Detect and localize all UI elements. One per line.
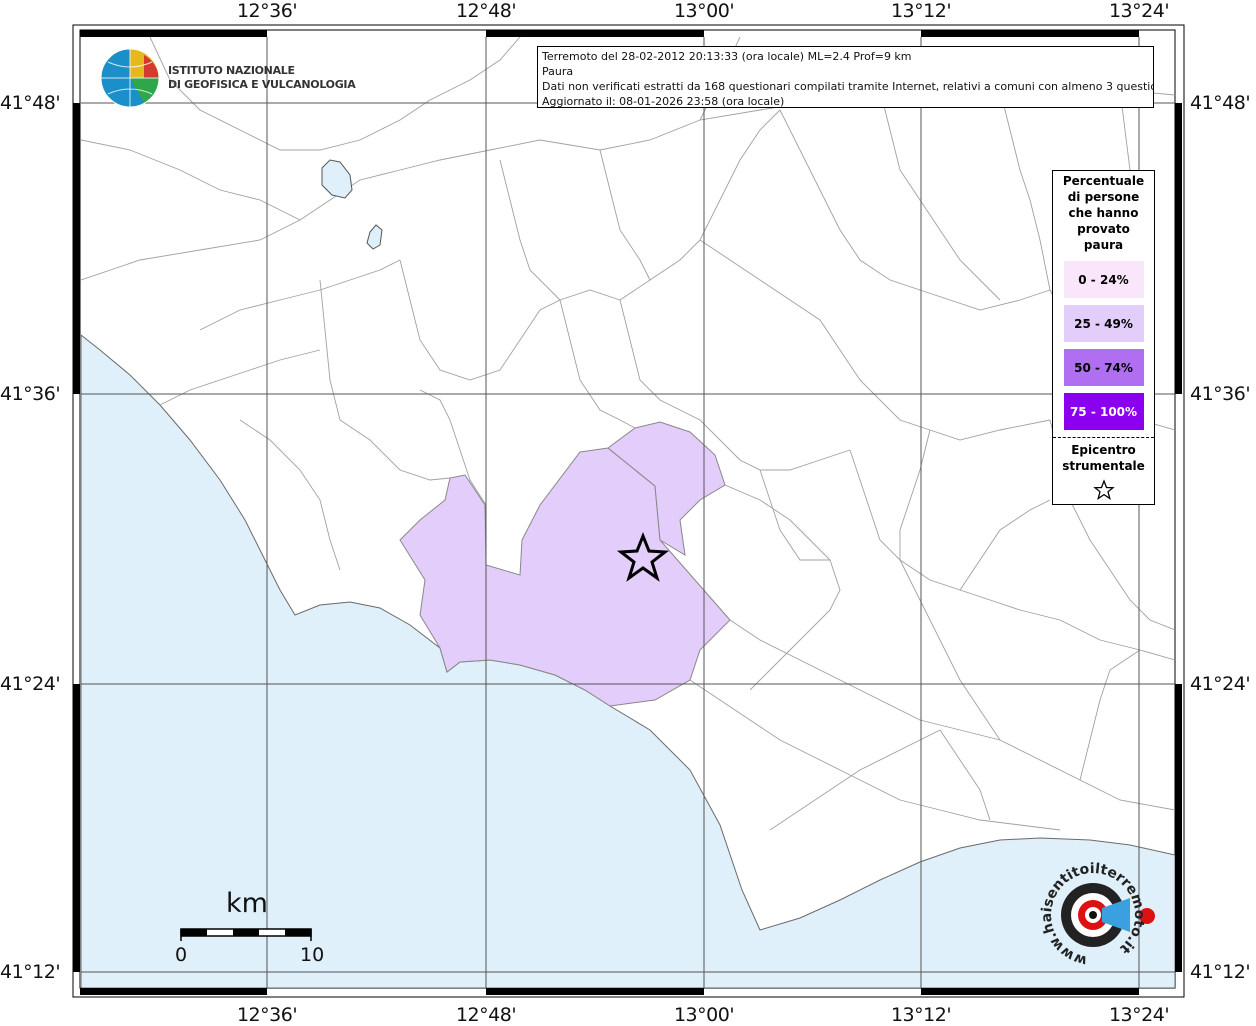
lat-tick-left: 41°24' bbox=[0, 673, 61, 695]
legend-title: Percentuale di persone che hanno provato… bbox=[1062, 174, 1145, 252]
lat-tick-left: 41°48' bbox=[0, 92, 61, 114]
svg-text:www.haisentitoilterremoto.it: www.haisentitoilterremoto.it bbox=[1039, 861, 1147, 969]
lon-tick-bottom: 13°24' bbox=[1108, 1004, 1170, 1026]
lat-tick-left: 41°12' bbox=[0, 961, 61, 983]
legend-class-swatch: 0 - 24% bbox=[1063, 261, 1144, 298]
lon-tick-top: 13°24' bbox=[1108, 0, 1170, 22]
lon-tick-top: 12°36' bbox=[236, 0, 298, 22]
scale-unit-label: km bbox=[226, 888, 268, 919]
lon-tick-bottom: 13°12' bbox=[890, 1004, 952, 1026]
scale-start-label: 0 bbox=[175, 944, 188, 966]
ingv-logo-line1: ISTITUTO NAZIONALE bbox=[168, 64, 295, 77]
legend-class-swatch: 25 - 49% bbox=[1063, 305, 1144, 342]
lon-tick-bottom: 13°00' bbox=[673, 1004, 735, 1026]
lat-tick-right: 41°48' bbox=[1190, 92, 1251, 114]
lon-tick-top: 13°12' bbox=[890, 0, 952, 22]
legend-class-swatch: 75 - 100% bbox=[1063, 393, 1144, 430]
event-info-box: Terremoto del 28-02-2012 20:13:33 (ora l… bbox=[537, 46, 1154, 108]
lon-tick-top: 12°48' bbox=[455, 0, 517, 22]
event-info-line: Terremoto del 28-02-2012 20:13:33 (ora l… bbox=[542, 50, 912, 63]
lon-tick-bottom: 12°36' bbox=[236, 1004, 298, 1026]
lon-tick-bottom: 12°48' bbox=[455, 1004, 517, 1026]
legend-class-swatch: 50 - 74% bbox=[1063, 349, 1144, 386]
legend-divider bbox=[1053, 437, 1154, 438]
lat-tick-left: 41°36' bbox=[0, 383, 61, 405]
legend: Percentuale di persone che hanno provato… bbox=[1052, 170, 1155, 505]
ingv-logo: ISTITUTO NAZIONALE DI GEOFISICA E VULCAN… bbox=[100, 47, 356, 111]
lat-tick-right: 41°24' bbox=[1190, 673, 1251, 695]
epicenter-star-icon bbox=[1092, 479, 1115, 501]
lon-tick-top: 13°00' bbox=[673, 0, 735, 22]
event-info-line: Aggiornato il: 08-01-2026 23:58 (ora loc… bbox=[542, 95, 785, 108]
lat-tick-right: 41°12' bbox=[1190, 961, 1251, 983]
haisentito-watermark: www.haisentitoilterremoto.it bbox=[1039, 861, 1147, 969]
lat-tick-right: 41°36' bbox=[1190, 383, 1251, 405]
event-info-line: Dati non verificati estratti da 168 ques… bbox=[542, 80, 1154, 93]
epicenter-legend-label: Epicentro strumentale bbox=[1062, 443, 1145, 473]
event-info-line: Paura bbox=[542, 65, 574, 78]
scale-end-label: 10 bbox=[300, 944, 325, 966]
ingv-logo-line2: DI GEOFISICA E VULCANOLOGIA bbox=[168, 78, 356, 91]
watermark-text: www.haisentitoilterremoto.it bbox=[1039, 861, 1147, 969]
globe-icon bbox=[100, 48, 160, 108]
